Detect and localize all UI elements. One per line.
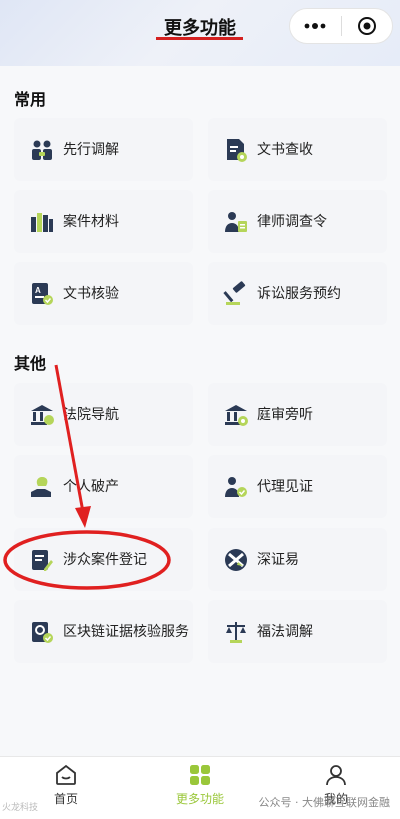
blockchain-verify-icon (32, 621, 53, 643)
card-mediation[interactable]: 先行调解 (14, 118, 193, 181)
personal-bankruptcy-icon (31, 476, 51, 497)
watermark-left: 火龙科技 (2, 803, 39, 813)
case-materials-icon (31, 212, 53, 232)
card-label: 区块链证据核验服务 (63, 623, 189, 640)
miniapp-capsule (289, 8, 393, 44)
mass-case-register-icon (32, 549, 53, 571)
card-fufa-mediation[interactable]: 福法调解 (208, 600, 387, 663)
title-underline-annotation (156, 37, 243, 40)
document-verify-icon: A (32, 282, 53, 305)
card-case-materials[interactable]: 案件材料 (14, 190, 193, 253)
gavel-appointment-icon (223, 280, 246, 305)
scales-icon (226, 621, 246, 643)
szy-logo-icon (225, 548, 247, 571)
card-szy[interactable]: 深证易 (208, 528, 387, 591)
section-title-other: 其他 (14, 354, 47, 373)
card-label: 涉众案件登记 (63, 551, 147, 568)
court-hearing-icon (225, 404, 248, 426)
lawyer-order-icon (225, 211, 247, 232)
card-label: 先行调解 (63, 141, 119, 158)
card-lawyer-order[interactable]: 律师调查令 (208, 190, 387, 253)
header-bar: 更多功能 (0, 0, 400, 66)
card-personal-bankruptcy[interactable]: 个人破产 (14, 455, 193, 518)
section-title-common: 常用 (14, 90, 47, 109)
card-document-receive[interactable]: 文书查收 (208, 118, 387, 181)
mediation-people-icon (32, 140, 52, 160)
card-label: 福法调解 (257, 623, 313, 640)
card-mass-case-register[interactable]: 涉众案件登记 (14, 528, 193, 591)
card-label: 个人破产 (63, 478, 119, 495)
home-icon (56, 764, 76, 785)
card-label: 文书核验 (63, 285, 119, 302)
card-label: 法院导航 (63, 406, 119, 423)
card-label: 案件材料 (63, 213, 119, 230)
card-document-verify[interactable]: A 文书核验 (14, 262, 193, 325)
card-label: 深证易 (257, 551, 299, 568)
target-close-icon (357, 17, 376, 35)
court-navigation-icon (31, 404, 54, 425)
user-icon (326, 765, 346, 786)
card-label: 庭审旁听 (257, 406, 313, 423)
grid-icon (190, 765, 210, 785)
card-court-navigation[interactable]: 法院导航 (14, 383, 193, 446)
svg-text:A: A (35, 286, 41, 295)
card-label: 文书查收 (257, 141, 313, 158)
more-menu-button[interactable] (290, 9, 341, 43)
card-litigation-appointment[interactable]: 诉讼服务预约 (208, 262, 387, 325)
card-label: 律师调查令 (257, 213, 327, 230)
watermark-right: 公众号 · 大佛聊互联网金融 (258, 796, 391, 809)
tab-label: 更多功能 (175, 792, 224, 806)
card-blockchain-verify[interactable]: 区块链证据核验服务 (14, 600, 193, 663)
card-court-hearing[interactable]: 庭审旁听 (208, 383, 387, 446)
card-label: 代理见证 (257, 478, 313, 495)
document-receive-icon (227, 138, 247, 162)
card-agent-witness[interactable]: 代理见证 (208, 455, 387, 518)
agent-witness-icon (225, 476, 247, 497)
card-label: 诉讼服务预约 (257, 285, 341, 302)
tab-more-functions[interactable]: 更多功能 (150, 763, 250, 807)
tab-label: 首页 (53, 792, 78, 806)
close-miniapp-button[interactable] (341, 9, 392, 43)
more-dots-icon (304, 23, 326, 29)
